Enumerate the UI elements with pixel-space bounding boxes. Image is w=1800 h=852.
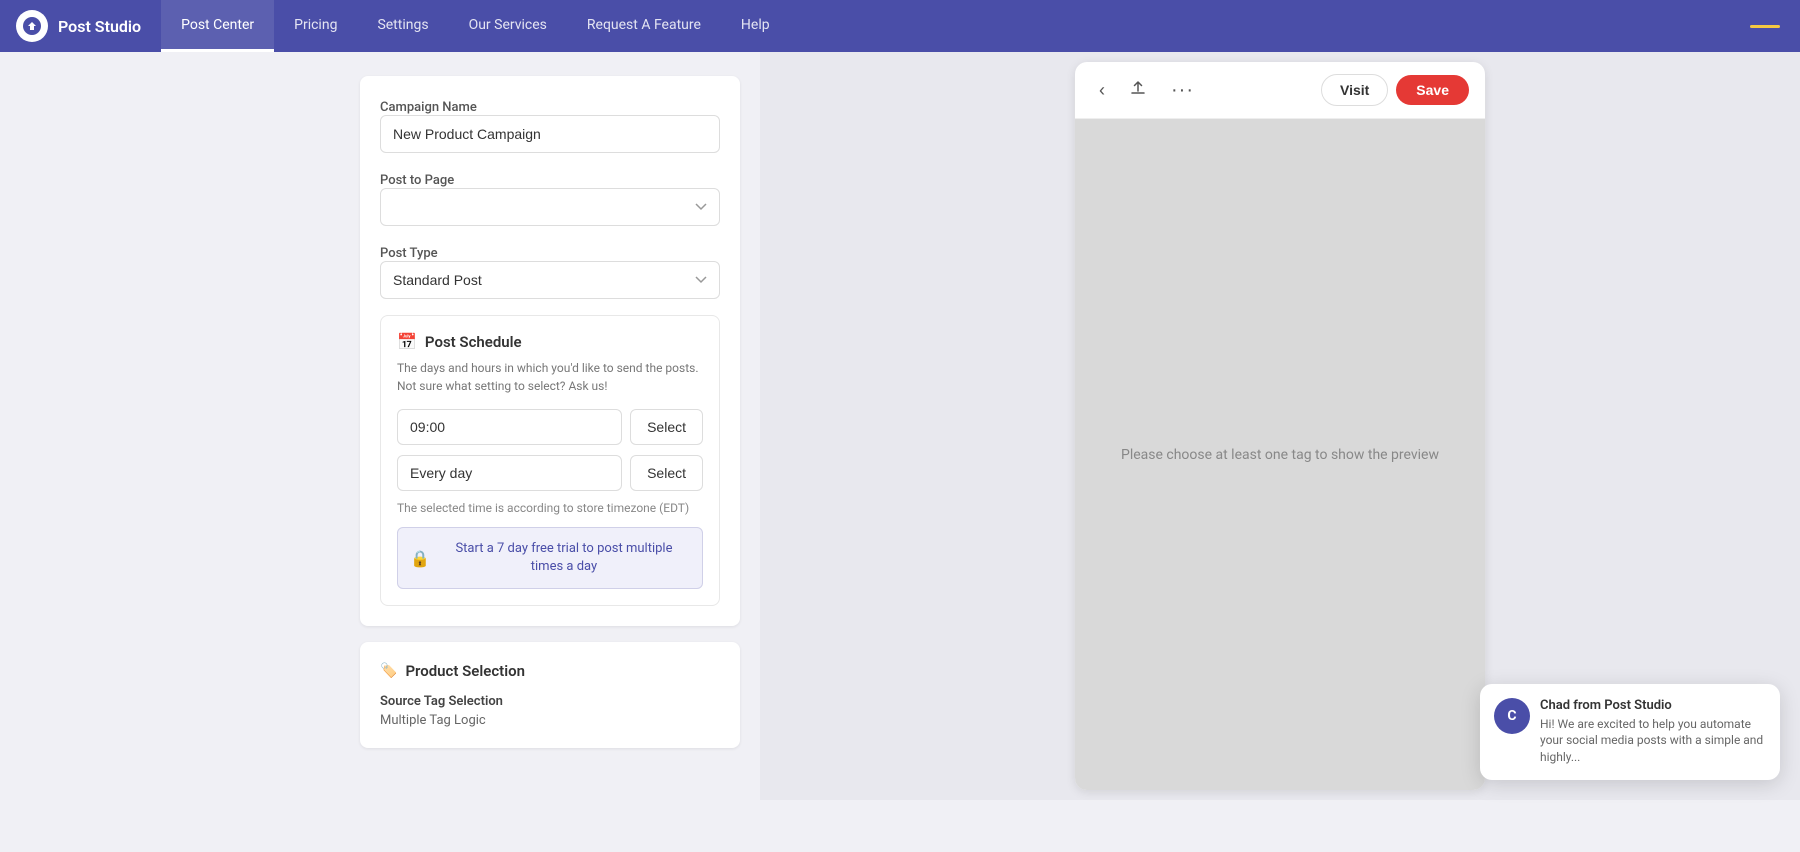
app-logo-icon bbox=[16, 10, 48, 42]
chat-avatar: C bbox=[1494, 698, 1530, 734]
campaign-name-section: Campaign Name Post to Page Post Type Sta… bbox=[360, 76, 740, 626]
preview-placeholder-text: Please choose at least one tag to show t… bbox=[1101, 427, 1459, 483]
nav-tabs: Post Center Pricing Settings Our Service… bbox=[161, 0, 790, 52]
tag-icon: 🏷️ bbox=[380, 663, 397, 679]
nav-tab-settings[interactable]: Settings bbox=[357, 0, 448, 52]
trial-link[interactable]: Start a 7 day free trial to post multipl… bbox=[438, 540, 690, 576]
preview-more-button[interactable]: ··· bbox=[1163, 75, 1202, 106]
nav-accent-line bbox=[1750, 25, 1780, 28]
time-row: Select bbox=[397, 409, 703, 445]
nav-tab-our-services[interactable]: Our Services bbox=[449, 0, 567, 52]
schedule-header: 📅 Post Schedule bbox=[397, 332, 703, 351]
preview-card: ‹ ··· Visit Save Please choose at least … bbox=[1075, 62, 1485, 790]
schedule-description: The days and hours in which you'd like t… bbox=[397, 359, 703, 395]
preview-back-button[interactable]: ‹ bbox=[1091, 76, 1113, 105]
nav-tab-help[interactable]: Help bbox=[721, 0, 790, 52]
nav-tab-post-center[interactable]: Post Center bbox=[161, 0, 274, 52]
top-navigation: Post Studio Post Center Pricing Settings… bbox=[0, 0, 1800, 52]
nav-tab-request-feature[interactable]: Request A Feature bbox=[567, 0, 721, 52]
product-title: Product Selection bbox=[405, 662, 525, 680]
nav-right-area bbox=[1750, 25, 1800, 28]
chat-widget[interactable]: C Chad from Post Studio Hi! We are excit… bbox=[1480, 684, 1780, 780]
source-tag-label: Source Tag Selection bbox=[380, 694, 720, 709]
frequency-input[interactable] bbox=[397, 455, 622, 491]
campaign-name-label: Campaign Name bbox=[380, 100, 477, 115]
chat-agent-name: Chad from Post Studio bbox=[1540, 698, 1766, 713]
product-selection-section: 🏷️ Product Selection Source Tag Selectio… bbox=[360, 642, 740, 748]
timezone-note: The selected time is according to store … bbox=[397, 501, 703, 515]
chat-message: Hi! We are excited to help you automate … bbox=[1540, 716, 1766, 766]
chat-content: Chad from Post Studio Hi! We are excited… bbox=[1540, 698, 1766, 766]
frequency-row: Select bbox=[397, 455, 703, 491]
calendar-icon: 📅 bbox=[397, 332, 417, 351]
preview-upload-button[interactable] bbox=[1121, 75, 1155, 106]
campaign-name-input[interactable] bbox=[380, 115, 720, 153]
post-type-select[interactable]: Standard Post bbox=[380, 261, 720, 299]
app-name: Post Studio bbox=[58, 17, 141, 36]
post-type-field: Post Type Standard Post bbox=[380, 242, 720, 299]
post-schedule-section: 📅 Post Schedule The days and hours in wh… bbox=[380, 315, 720, 606]
preview-save-button[interactable]: Save bbox=[1396, 75, 1469, 105]
multiple-tag-value: Multiple Tag Logic bbox=[380, 713, 720, 728]
time-select-button[interactable]: Select bbox=[630, 409, 703, 445]
time-input[interactable] bbox=[397, 409, 622, 445]
schedule-title: Post Schedule bbox=[425, 333, 522, 351]
frequency-select-button[interactable]: Select bbox=[630, 455, 703, 491]
left-panel bbox=[0, 52, 340, 800]
center-panel: Campaign Name Post to Page Post Type Sta… bbox=[340, 52, 760, 800]
preview-visit-button[interactable]: Visit bbox=[1321, 74, 1388, 106]
post-type-label: Post Type bbox=[380, 246, 438, 261]
lock-icon: 🔒 bbox=[410, 549, 430, 568]
logo-area: Post Studio bbox=[16, 10, 141, 42]
preview-toolbar: ‹ ··· Visit Save bbox=[1075, 62, 1485, 119]
campaign-name-field: Campaign Name bbox=[380, 96, 720, 153]
product-header: 🏷️ Product Selection bbox=[380, 662, 720, 680]
post-to-page-field: Post to Page bbox=[380, 169, 720, 226]
trial-banner[interactable]: 🔒 Start a 7 day free trial to post multi… bbox=[397, 527, 703, 589]
post-to-page-label: Post to Page bbox=[380, 173, 454, 188]
preview-image-area: Please choose at least one tag to show t… bbox=[1075, 119, 1485, 790]
post-to-page-select[interactable] bbox=[380, 188, 720, 226]
nav-tab-pricing[interactable]: Pricing bbox=[274, 0, 357, 52]
